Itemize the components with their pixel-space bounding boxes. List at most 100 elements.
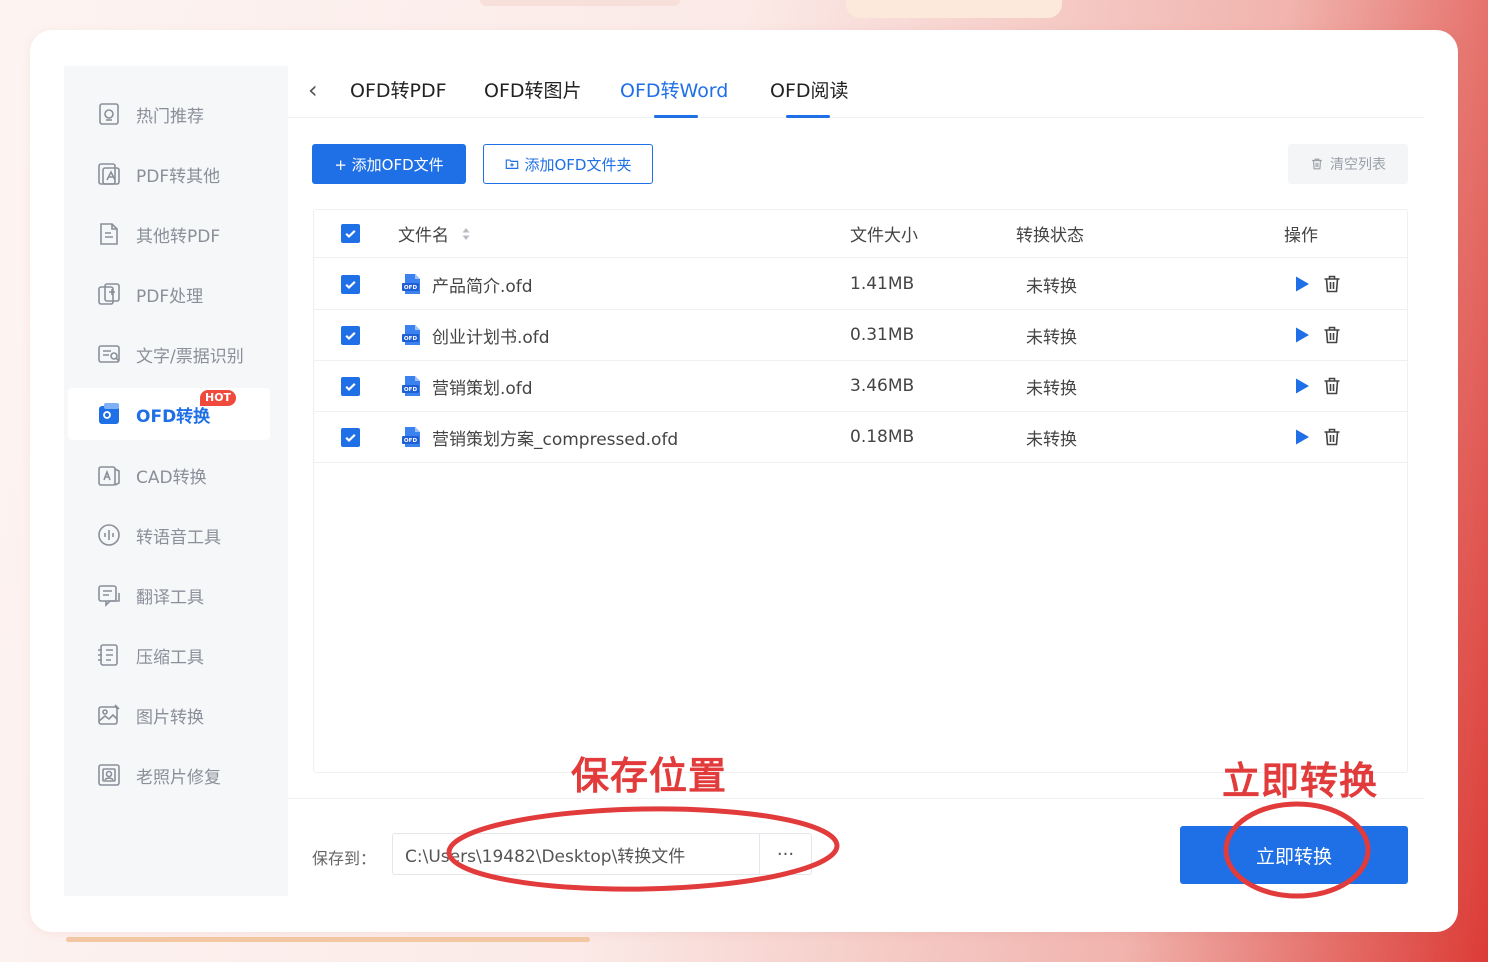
play-icon[interactable] bbox=[1292, 427, 1312, 447]
row-checkbox[interactable] bbox=[341, 325, 360, 345]
tab-ofd-to-image[interactable]: OFD转图片 bbox=[484, 78, 582, 106]
pdf-convert-icon bbox=[94, 159, 124, 189]
sidebar-item-pdf-to-other[interactable]: PDF转其他 bbox=[68, 148, 270, 200]
sidebar-item-ofd[interactable]: OFD转换 HOT bbox=[68, 388, 270, 440]
trash-icon[interactable] bbox=[1322, 427, 1342, 447]
ofd-file-icon: OFD bbox=[402, 427, 420, 447]
hot-icon bbox=[94, 99, 124, 129]
save-to-label: 保存到： bbox=[312, 849, 377, 868]
sidebar-item-other-to-pdf[interactable]: 其他转PDF bbox=[68, 208, 270, 260]
pdf-process-icon bbox=[94, 279, 124, 309]
sidebar-item-label: 图片转换 bbox=[136, 707, 204, 728]
sidebar-item-label: PDF处理 bbox=[136, 286, 204, 307]
file-size: 0.31MB bbox=[850, 325, 915, 345]
row-checkbox[interactable] bbox=[341, 274, 360, 294]
sidebar-item-translate[interactable]: 翻译工具 bbox=[68, 569, 270, 621]
convert-status: 未转换 bbox=[1026, 378, 1077, 399]
sidebar-item-label: 其他转PDF bbox=[136, 226, 221, 247]
column-header-name[interactable]: 文件名 bbox=[398, 221, 449, 246]
convert-status: 未转换 bbox=[1026, 429, 1077, 450]
clear-list-button[interactable]: 清空列表 bbox=[1288, 144, 1408, 184]
sidebar-item-voice[interactable]: 转语音工具 bbox=[68, 509, 270, 561]
file-name: 营销策划方案_compressed.ofd bbox=[432, 429, 679, 450]
sidebar-item-label: PDF转其他 bbox=[136, 166, 221, 187]
sidebar-item-label: 转语音工具 bbox=[136, 527, 221, 548]
ofd-icon bbox=[94, 399, 124, 429]
tab-ofd-to-pdf[interactable]: OFD转PDF bbox=[350, 78, 447, 106]
sidebar-item-pdf-process[interactable]: PDF处理 bbox=[68, 268, 270, 320]
ofd-file-icon: OFD bbox=[402, 325, 420, 345]
active-tab-indicator bbox=[654, 115, 698, 118]
photo-repair-icon bbox=[94, 760, 124, 790]
annotation-convert-now: 立即转换 bbox=[1222, 759, 1379, 803]
save-path-value[interactable]: C:\Users\19482\Desktop\转换文件 bbox=[393, 842, 759, 867]
table-row: OFD 营销策划.ofd 3.46MB 未转换 bbox=[314, 361, 1407, 412]
ocr-icon bbox=[94, 339, 124, 369]
add-ofd-file-button[interactable]: + 添加OFD文件 bbox=[312, 144, 466, 184]
sidebar-item-label: CAD转换 bbox=[136, 467, 207, 488]
file-name: 创业计划书.ofd bbox=[432, 327, 550, 348]
clear-list-label: 清空列表 bbox=[1330, 157, 1386, 173]
voice-icon bbox=[94, 520, 124, 550]
play-icon[interactable] bbox=[1292, 274, 1312, 294]
svg-text:OFD: OFD bbox=[404, 285, 418, 291]
trash-icon[interactable] bbox=[1322, 376, 1342, 396]
background-decoration bbox=[480, 0, 680, 6]
tab-indicator bbox=[786, 115, 830, 118]
tab-ofd-reader[interactable]: OFD阅读 bbox=[770, 78, 849, 106]
file-name: 产品简介.ofd bbox=[432, 276, 533, 297]
play-icon[interactable] bbox=[1292, 376, 1312, 396]
row-checkbox[interactable] bbox=[341, 376, 360, 396]
convert-now-button[interactable]: 立即转换 bbox=[1180, 826, 1408, 884]
column-header-status: 转换状态 bbox=[1016, 226, 1084, 246]
add-ofd-folder-label: 添加OFD文件夹 bbox=[524, 155, 632, 174]
svg-text:OFD: OFD bbox=[404, 336, 418, 342]
file-size: 1.41MB bbox=[850, 274, 915, 294]
folder-icon bbox=[505, 159, 518, 169]
save-path-field[interactable]: C:\Users\19482\Desktop\转换文件 ··· bbox=[392, 833, 812, 875]
table-header: 文件名 文件大小 转换状态 操作 bbox=[314, 210, 1407, 258]
column-header-actions: 操作 bbox=[1284, 226, 1318, 246]
sidebar-item-image[interactable]: 图片转换 bbox=[68, 689, 270, 741]
footer-bar: 保存到： C:\Users\19482\Desktop\转换文件 ··· 立即转… bbox=[288, 798, 1424, 896]
sidebar: 热门推荐 PDF转其他 其他转PDF PDF处理 文字/票据识别 OFD转换 H… bbox=[64, 66, 288, 896]
file-size: 3.46MB bbox=[850, 376, 915, 396]
trash-icon[interactable] bbox=[1322, 325, 1342, 345]
sidebar-item-photo-repair[interactable]: 老照片修复 bbox=[68, 749, 270, 801]
svg-text:OFD: OFD bbox=[404, 438, 418, 444]
sidebar-item-label: 老照片修复 bbox=[136, 767, 221, 788]
translate-icon bbox=[94, 580, 124, 610]
tab-bar: ‹ OFD转PDF OFD转图片 OFD转Word OFD阅读 bbox=[288, 66, 1424, 118]
tab-ofd-to-word[interactable]: OFD转Word bbox=[620, 78, 728, 106]
table-row: OFD 营销策划方案_compressed.ofd 0.18MB 未转换 bbox=[314, 412, 1407, 463]
sidebar-item-hot[interactable]: 热门推荐 bbox=[68, 88, 270, 140]
convert-status: 未转换 bbox=[1026, 276, 1077, 297]
compress-icon bbox=[94, 640, 124, 670]
ofd-file-icon: OFD bbox=[402, 376, 420, 396]
sort-icon[interactable] bbox=[461, 226, 471, 242]
select-all-checkbox[interactable] bbox=[341, 224, 360, 243]
file-size: 0.18MB bbox=[850, 427, 915, 447]
sidebar-item-label: 文字/票据识别 bbox=[136, 346, 244, 367]
sidebar-item-compress[interactable]: 压缩工具 bbox=[68, 629, 270, 681]
browse-folder-button[interactable]: ··· bbox=[759, 834, 811, 874]
to-pdf-icon bbox=[94, 219, 124, 249]
background-decoration bbox=[66, 937, 590, 942]
add-ofd-folder-button[interactable]: 添加OFD文件夹 bbox=[483, 144, 653, 184]
table-row: OFD 创业计划书.ofd 0.31MB 未转换 bbox=[314, 310, 1407, 361]
table-row: OFD 产品简介.ofd 1.41MB 未转换 bbox=[314, 259, 1407, 310]
file-table: 文件名 文件大小 转换状态 操作 OFD 产品简介.ofd 1.41MB 未转换 bbox=[313, 209, 1408, 773]
trash-icon bbox=[1312, 158, 1322, 170]
image-icon bbox=[94, 700, 124, 730]
chevron-left-icon[interactable]: ‹ bbox=[308, 76, 328, 104]
annotation-save-location: 保存位置 bbox=[571, 754, 728, 798]
sidebar-item-cad[interactable]: CAD转换 bbox=[68, 449, 270, 501]
play-icon[interactable] bbox=[1292, 325, 1312, 345]
file-name: 营销策划.ofd bbox=[432, 378, 533, 399]
trash-icon[interactable] bbox=[1322, 274, 1342, 294]
background-decoration bbox=[846, 0, 1062, 18]
row-checkbox[interactable] bbox=[341, 427, 360, 447]
sidebar-item-ocr[interactable]: 文字/票据识别 bbox=[68, 328, 270, 380]
sidebar-item-label: 翻译工具 bbox=[136, 587, 204, 608]
hot-badge: HOT bbox=[200, 390, 237, 406]
